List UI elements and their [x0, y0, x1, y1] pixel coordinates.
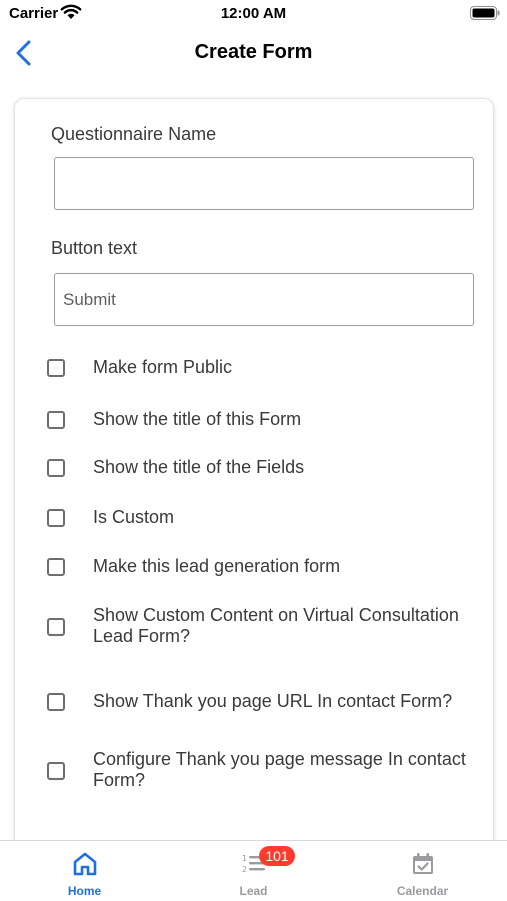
tab-bar: Home 1 2 101 Lead Calendar	[0, 840, 507, 901]
checkbox-label: Show the title of this Form	[93, 409, 302, 429]
svg-text:1: 1	[242, 854, 247, 863]
svg-text:2: 2	[242, 865, 247, 874]
questionnaire-name-label: Questionnaire Name	[51, 124, 217, 144]
calendar-check-icon	[412, 853, 433, 874]
status-time: 12:00 AM	[220, 5, 287, 22]
tab-label: Calendar	[396, 884, 449, 898]
checkbox[interactable]	[47, 762, 65, 780]
checkbox-row-show-fields-title[interactable]: Show the title of the Fields	[47, 457, 477, 479]
checkbox-label: Make form Public	[93, 357, 233, 377]
checkbox-row-show-form-title[interactable]: Show the title of this Form	[47, 409, 477, 431]
checkbox-label: Show the title of the Fields	[93, 457, 305, 477]
checkbox[interactable]	[47, 359, 65, 377]
checkbox-label: Is Custom	[93, 507, 175, 527]
checkbox[interactable]	[47, 509, 65, 527]
lead-count-badge: 101	[259, 846, 295, 866]
battery-icon	[470, 6, 500, 20]
checkbox[interactable]	[47, 459, 65, 477]
tab-home[interactable]: Home	[0, 841, 169, 901]
checkbox-label: Show Custom Content on Virtual Consultat…	[93, 605, 459, 646]
checkbox-row-custom-content[interactable]: Show Custom Content on Virtual Consultat…	[47, 605, 477, 649]
home-icon	[73, 852, 96, 876]
tab-label: Lead	[239, 884, 268, 898]
status-bar: Carrier 12:00 AM	[0, 0, 507, 28]
tab-label: Home	[67, 884, 102, 898]
checkbox-row-lead-generation[interactable]: Make this lead generation form	[47, 556, 477, 578]
page-title: Create Form	[194, 41, 313, 63]
checkbox-label: Configure Thank you page message In cont…	[93, 749, 466, 790]
checkbox-row-make-public[interactable]: Make form Public	[47, 357, 477, 379]
button-text-label: Button text	[51, 238, 138, 258]
checkbox[interactable]	[47, 693, 65, 711]
checkbox-row-thank-you-message[interactable]: Configure Thank you page message In cont…	[47, 749, 477, 793]
checkbox[interactable]	[47, 411, 65, 429]
checkbox-row-thank-you-url[interactable]: Show Thank you page URL In contact Form?	[47, 691, 477, 713]
questionnaire-name-input[interactable]	[54, 157, 474, 210]
checkbox[interactable]	[47, 618, 65, 636]
form-card: Questionnaire Name Button text Make form…	[14, 98, 494, 860]
nav-bar: Create Form	[0, 28, 507, 80]
checkbox-label: Make this lead generation form	[93, 556, 341, 576]
tab-lead[interactable]: 1 2 101 Lead	[169, 841, 338, 901]
checkbox-label: Show Thank you page URL In contact Form?	[93, 691, 453, 711]
checkbox-row-is-custom[interactable]: Is Custom	[47, 507, 477, 529]
tab-calendar[interactable]: Calendar	[338, 841, 507, 901]
checkbox[interactable]	[47, 558, 65, 576]
button-text-input[interactable]	[54, 273, 474, 326]
